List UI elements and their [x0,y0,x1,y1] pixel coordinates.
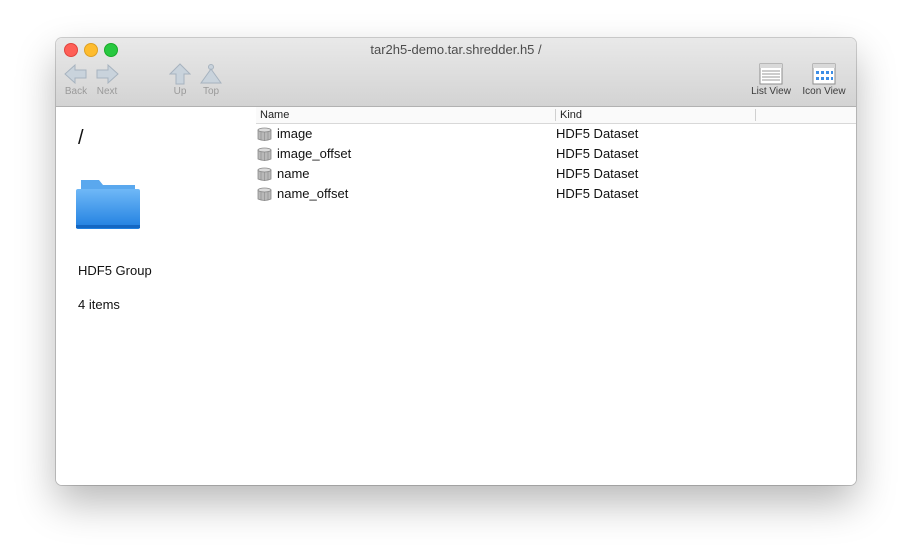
window-title: tar2h5-demo.tar.shredder.h5 / [370,42,542,57]
row-kind: HDF5 Dataset [556,146,639,161]
app-window: tar2h5-demo.tar.shredder.h5 / Back Next … [56,38,856,485]
icon-view-button[interactable]: Icon View [801,63,847,103]
list-view-label: List View [751,86,791,97]
group-kind: HDF5 Group [78,263,152,278]
column-divider[interactable] [755,109,756,121]
list-view-icon [759,63,783,85]
icon-view-label: Icon View [802,86,846,97]
list-view-button[interactable]: List View [748,63,794,103]
row-name: name [277,166,310,181]
table-row[interactable]: image HDF5 Dataset [256,124,856,144]
current-path: / [78,127,84,149]
top-button[interactable]: Top [194,63,228,103]
top-label: Top [202,86,220,97]
toolbar: tar2h5-demo.tar.shredder.h5 / Back Next … [56,38,856,107]
item-count: 4 items [78,297,120,312]
next-label: Next [96,86,118,97]
up-label: Up [173,86,187,97]
arrow-left-icon [64,63,87,85]
arrow-up-icon [169,63,191,85]
file-list: Name Kind image HDF5 Dataset image_offse… [256,107,856,485]
row-kind: HDF5 Dataset [556,166,639,181]
column-header-kind[interactable]: Kind [560,109,582,121]
database-icon [257,187,272,201]
row-name: image_offset [277,146,352,161]
arrow-right-icon [96,63,119,85]
table-row[interactable]: name_offset HDF5 Dataset [256,184,856,204]
icon-view-icon [812,63,836,85]
back-button[interactable]: Back [59,63,93,103]
database-icon [257,147,272,161]
folder-icon [76,180,140,229]
column-divider[interactable] [555,109,556,121]
column-header-name[interactable]: Name [260,109,289,121]
table-row[interactable]: image_offset HDF5 Dataset [256,144,856,164]
row-kind: HDF5 Dataset [556,186,639,201]
back-label: Back [64,86,88,97]
list-header: Name Kind [256,107,856,124]
next-button[interactable]: Next [90,63,124,103]
database-icon [257,167,272,181]
top-icon [200,64,222,84]
row-name: image [277,126,313,141]
table-row[interactable]: name HDF5 Dataset [256,164,856,184]
info-panel: / HDF5 Group 4 items [56,107,256,485]
up-button[interactable]: Up [163,63,197,103]
row-kind: HDF5 Dataset [556,126,639,141]
database-icon [257,127,272,141]
row-name: name_offset [277,186,349,201]
